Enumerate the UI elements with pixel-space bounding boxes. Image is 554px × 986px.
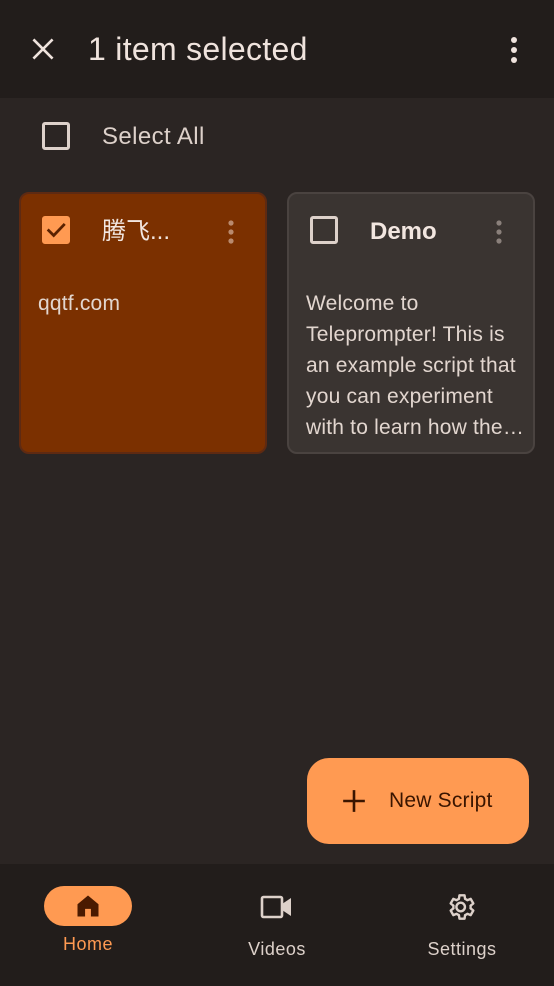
nav-label-videos: Videos	[248, 939, 306, 959]
close-button[interactable]	[20, 26, 66, 72]
more-vert-icon	[228, 220, 234, 244]
more-vert-icon	[511, 37, 517, 63]
home-icon	[77, 895, 99, 917]
nav-active-indicator	[44, 886, 132, 926]
script-card-preview: Welcome to Teleprompter! This is an exam…	[306, 292, 516, 439]
nav-item-settings[interactable]: Settings	[370, 864, 554, 986]
new-script-button[interactable]: New Script	[307, 758, 529, 844]
script-card-checkbox[interactable]	[42, 216, 70, 244]
check-icon	[46, 223, 66, 238]
top-app-bar: 1 item selected	[0, 0, 554, 98]
select-all-checkbox[interactable]	[42, 122, 70, 150]
videocam-icon	[260, 895, 291, 919]
close-icon	[32, 38, 54, 60]
select-all-row[interactable]: Select All	[0, 100, 554, 172]
script-card-checkbox[interactable]	[310, 216, 338, 244]
select-all-label: Select All	[102, 123, 205, 150]
plus-icon	[343, 790, 365, 812]
nav-label-settings: Settings	[427, 939, 497, 959]
script-card-more-button[interactable]	[221, 216, 241, 248]
script-card-1[interactable]: 腾飞... qqtf.com	[19, 192, 267, 454]
script-card-title: 腾飞...	[102, 218, 171, 245]
page-title: 1 item selected	[88, 31, 308, 67]
more-options-button[interactable]	[496, 28, 532, 72]
nav-item-home[interactable]: Home	[0, 864, 184, 986]
script-card-title: Demo	[370, 218, 437, 245]
script-card-2[interactable]: Demo Welcome to Teleprompter! This is an…	[287, 192, 535, 454]
more-vert-icon	[496, 220, 502, 244]
nav-label-home: Home	[62, 934, 113, 954]
new-script-label: New Script	[389, 789, 493, 812]
script-card-more-button[interactable]	[489, 216, 509, 248]
nav-item-videos[interactable]: Videos	[185, 864, 369, 986]
script-card-preview: qqtf.com	[38, 292, 121, 315]
gear-icon	[449, 894, 475, 920]
bottom-navigation: Home Videos Settings	[0, 864, 554, 986]
